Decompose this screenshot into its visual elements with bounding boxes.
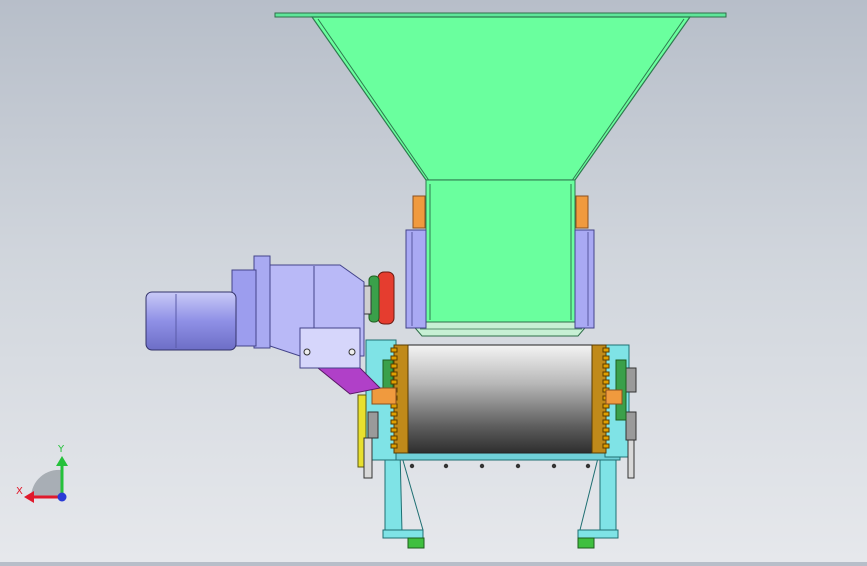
gear-motor[interactable] <box>145 255 382 395</box>
drum[interactable] <box>371 344 623 454</box>
base-bolts <box>409 463 591 469</box>
foot-pad-right <box>577 537 595 549</box>
x-axis-arrow <box>24 491 34 503</box>
side-plates-left[interactable] <box>357 339 397 479</box>
frame-leg-right[interactable] <box>577 449 619 549</box>
drive-pulley[interactable] <box>362 271 395 325</box>
triad-plane <box>31 469 62 497</box>
foot-pad-left <box>407 537 425 549</box>
guide-left[interactable] <box>405 195 427 329</box>
model-view[interactable] <box>0 0 867 562</box>
guide-right[interactable] <box>574 195 595 329</box>
y-label: Y <box>58 444 65 455</box>
x-label: X <box>16 486 23 497</box>
cad-viewport[interactable]: Y X <box>0 0 867 562</box>
z-axis <box>57 492 67 502</box>
y-axis-arrow <box>56 456 68 466</box>
frame-leg-left[interactable] <box>382 449 425 549</box>
orientation-triad[interactable] <box>24 456 68 503</box>
